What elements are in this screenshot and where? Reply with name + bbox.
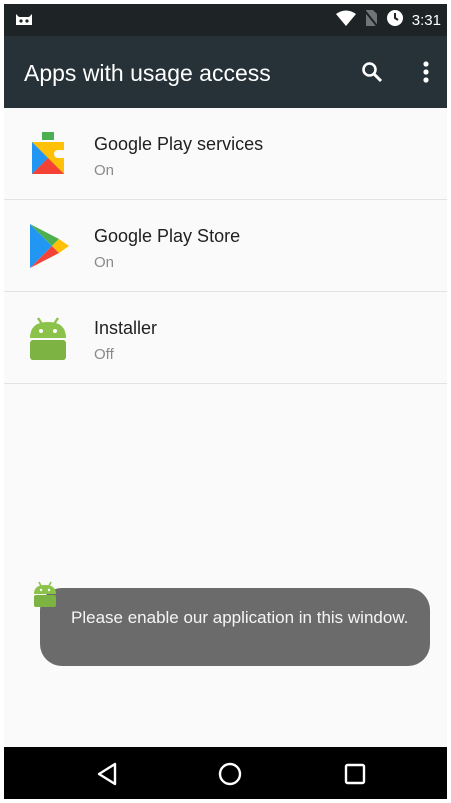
toast: Please enable our application in this wi… [40,588,430,666]
app-name: Google Play Store [94,226,241,246]
list-item-google-play-services[interactable]: Google Play services On [4,108,447,200]
more-vert-icon [423,61,429,83]
more-options-button[interactable] [416,60,436,84]
app-list: Google Play services On Google Play Stor… [4,108,447,384]
app-name: Installer [94,318,158,338]
home-icon [218,762,242,786]
clock: 3:31 [411,11,441,29]
wifi-icon [335,10,356,31]
status-bar: 3:31 [4,4,447,36]
search-icon [362,62,383,83]
data-saver-icon [386,9,404,32]
no-sim-icon [364,9,378,32]
app-bar: Apps with usage access [4,36,447,108]
recents-icon [344,763,366,785]
android-icon [32,580,58,608]
home-button[interactable] [217,761,243,787]
play-services-icon [26,130,70,178]
page-title: Apps with usage access [24,60,271,86]
app-status: On [94,254,115,271]
play-store-icon [26,222,70,270]
back-button[interactable] [95,761,121,787]
recents-button[interactable] [342,761,368,787]
navigation-bar [4,747,447,799]
android-icon [26,314,70,362]
notification-cat-icon [14,13,34,32]
list-item-installer[interactable]: Installer Off [4,292,447,384]
search-button[interactable] [360,60,384,84]
screen: 3:31 Apps with usage access Google Play … [4,4,447,799]
toast-message: Please enable our application in this wi… [71,608,409,627]
list-item-google-play-store[interactable]: Google Play Store On [4,200,447,292]
app-status: On [94,162,115,179]
app-name: Google Play services [94,134,264,154]
back-icon [97,762,117,786]
app-status: Off [94,346,114,363]
